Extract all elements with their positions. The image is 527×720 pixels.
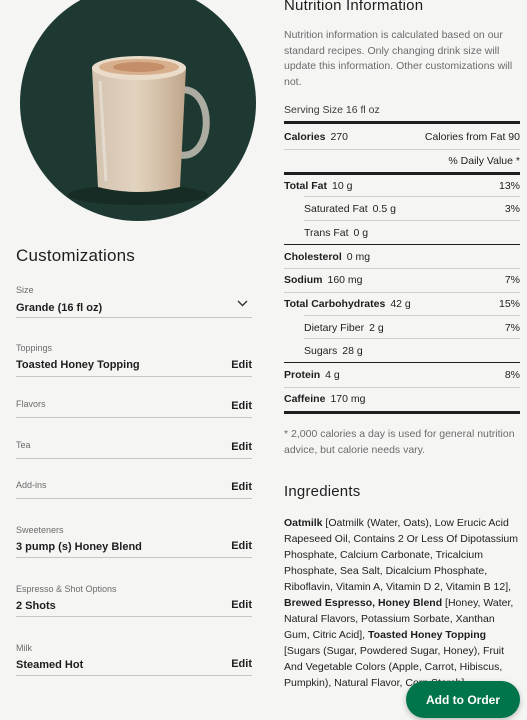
nutrient-row-cholesterol: Cholesterol 0 mg — [284, 245, 520, 268]
nutrient-row-sugars: Sugars 28 g — [284, 338, 520, 362]
daily-value-header-row: % Daily Value * — [284, 149, 520, 172]
nutrition-divider-thick — [284, 121, 520, 124]
size-label: Size — [16, 285, 34, 295]
nutrition-description: Nutrition information is calculated base… — [284, 29, 513, 88]
edit-sweeteners-button[interactable]: Edit — [231, 540, 252, 552]
nutrient-daily-value: 8% — [504, 368, 520, 381]
nutrient-row-saturated-fat: Saturated Fat 0.5 g 3% — [284, 196, 520, 220]
nutrient-amount: 0.5 g — [372, 202, 396, 215]
edit-flavors-button[interactable]: Edit — [231, 400, 252, 412]
nutrient-row-total-fat: Total Fat 10 g 13% — [284, 174, 520, 197]
nutrient-name: Saturated Fat — [304, 202, 368, 215]
size-selector[interactable]: Size Grande (16 fl oz) — [16, 285, 252, 318]
milk-value: Steamed Hot — [16, 659, 84, 671]
nutrition-divider-thick-3 — [284, 411, 520, 414]
flavors-label: Flavors — [16, 399, 46, 409]
nutrient-daily-value: 3% — [504, 202, 520, 215]
nutrient-row-trans-fat: Trans Fat 0 g — [284, 220, 520, 244]
nutrient-name: Protein — [284, 368, 321, 381]
calories-from-fat: Calories from Fat 90 — [424, 130, 520, 143]
toppings-value: Toasted Honey Topping — [16, 359, 140, 371]
edit-milk-button[interactable]: Edit — [231, 658, 252, 670]
product-image — [20, 0, 256, 221]
nutrient-name: Dietary Fiber — [304, 321, 365, 334]
nutrient-daily-value: 13% — [498, 179, 520, 192]
edit-espresso-shots-button[interactable]: Edit — [231, 599, 252, 611]
nutrient-name: Total Fat — [284, 179, 327, 192]
add-ins-label: Add-ins — [16, 480, 47, 490]
sweeteners-value: 3 pump (s) Honey Blend — [16, 541, 142, 553]
edit-add-ins-button[interactable]: Edit — [231, 481, 252, 493]
customization-add-ins[interactable]: Add-ins Edit — [16, 480, 252, 499]
nutrient-name: Sodium — [284, 274, 323, 286]
ingredient-name: Toasted Honey Topping — [368, 629, 487, 641]
daily-value-header: % Daily Value * — [448, 155, 520, 167]
nutrient-amount: 42 g — [390, 298, 411, 310]
calories-value: 270 — [330, 130, 348, 143]
nutrient-daily-value: 7% — [504, 321, 520, 334]
customization-sweeteners[interactable]: Sweeteners 3 pump (s) Honey Blend Edit — [16, 525, 252, 558]
nutrient-name: Trans Fat — [304, 226, 349, 239]
nutrient-row-protein: Protein 4 g 8% — [284, 363, 520, 386]
size-value: Grande (16 fl oz) — [16, 302, 103, 314]
customization-tea[interactable]: Tea Edit — [16, 440, 252, 459]
chevron-down-icon[interactable] — [237, 300, 248, 307]
nutrient-amount: 0 mg — [346, 250, 371, 263]
ingredients-heading: Ingredients — [284, 483, 361, 500]
calories-label: Calories — [284, 130, 326, 143]
nutrition-heading: Nutrition Information — [284, 0, 424, 14]
nutrient-name: Cholesterol — [284, 250, 342, 263]
nutrient-row-total-carbohydrates: Total Carbohydrates 42 g 15% — [284, 292, 520, 315]
nutrient-amount: 10 g — [331, 179, 353, 192]
nutrient-row-dietary-fiber: Dietary Fiber 2 g 7% — [284, 315, 520, 339]
ingredients-text: Oatmilk [Oatmilk (Water, Oats), Low Eruc… — [284, 515, 522, 691]
nutrient-amount: 160 mg — [327, 274, 363, 286]
ingredient-name: Oatmilk — [284, 517, 323, 529]
nutrition-footnote: * 2,000 calories a day is used for gener… — [284, 428, 515, 456]
nutrient-amount: 2 g — [369, 321, 384, 334]
nutrient-row-sodium: Sodium 160 mg 7% — [284, 268, 520, 291]
espresso-shots-label: Espresso & Shot Options — [16, 584, 117, 594]
milk-label: Milk — [16, 643, 32, 653]
nutrient-amount: 28 g — [342, 344, 363, 357]
espresso-shots-value: 2 Shots — [16, 600, 56, 612]
nutrient-amount: 4 g — [325, 368, 340, 381]
nutrient-amount: 170 mg — [330, 393, 366, 405]
customization-espresso-shots[interactable]: Espresso & Shot Options 2 Shots Edit — [16, 584, 252, 617]
latte-mug-illustration — [68, 56, 210, 205]
nutrient-amount: 0 g — [353, 226, 369, 239]
nutrient-name: Caffeine — [284, 393, 326, 405]
customization-flavors[interactable]: Flavors Edit — [16, 399, 252, 418]
nutrient-daily-value: 15% — [498, 298, 520, 310]
nutrient-name: Sugars — [304, 344, 338, 357]
calories-row: Calories 270 Calories from Fat 90 — [284, 125, 520, 148]
sweeteners-label: Sweeteners — [16, 525, 64, 535]
customization-milk[interactable]: Milk Steamed Hot Edit — [16, 643, 252, 676]
customization-toppings[interactable]: Toppings Toasted Honey Topping Edit — [16, 343, 252, 377]
edit-toppings-button[interactable]: Edit — [231, 359, 252, 371]
customizations-heading: Customizations — [16, 246, 136, 265]
nutrient-row-caffeine: Caffeine 170 mg — [284, 387, 520, 410]
nutrient-name: Total Carbohydrates — [284, 298, 386, 310]
add-to-order-button[interactable]: Add to Order — [406, 681, 520, 718]
toppings-label: Toppings — [16, 343, 53, 353]
nutrient-daily-value: 7% — [504, 274, 520, 286]
edit-tea-button[interactable]: Edit — [231, 441, 252, 453]
ingredient-name: Brewed Espresso, Honey Blend — [284, 597, 443, 609]
serving-size: Serving Size 16 fl oz — [284, 104, 380, 116]
tea-label: Tea — [16, 440, 31, 450]
